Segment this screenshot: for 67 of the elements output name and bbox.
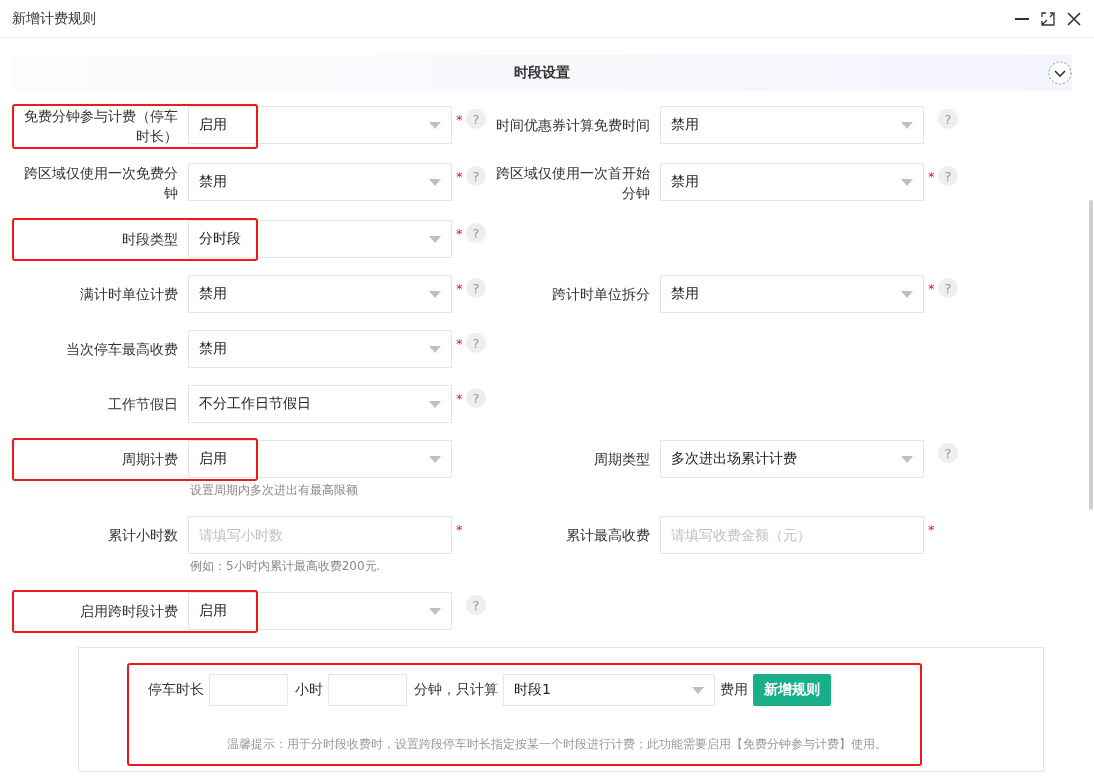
select-field[interactable]: 禁用 [660,275,924,313]
caret-icon [429,400,441,408]
field-label: 跨计时单位拆分 [551,285,651,304]
collapse-icon[interactable] [1048,61,1072,85]
field-label: 免费分钟参与计费（停车时长） [23,107,179,146]
panel-label: 分钟，只计算 [414,681,498,699]
caret-icon [901,455,913,463]
caret-icon [901,121,913,129]
field-label: 跨区域仅使用一次免费分钟 [23,164,179,203]
field-label: 满计时单位计费 [79,285,179,304]
input-field[interactable] [328,674,407,706]
maximize-icon[interactable] [1040,10,1056,27]
caret-icon [429,345,441,353]
field-label: 周期类型 [593,450,651,469]
window-title: 新增计费规则 [12,9,96,28]
input-field[interactable]: 请填写收费金额（元） [660,516,924,554]
input-field[interactable]: 请填写小时数 [188,516,452,554]
field-hint: 设置周期内多次进出有最高限额 [190,482,359,499]
input-field[interactable] [209,674,288,706]
section-header[interactable]: 时段设置 [12,55,1072,91]
caret-icon [901,178,913,186]
field-label: 启用跨时段计费 [79,602,179,621]
select-field[interactable]: 启用 [188,106,452,144]
select-field[interactable]: 启用 [188,592,452,630]
required-mark: * [456,280,464,296]
required-mark: * [456,111,464,127]
field-label: 工作节假日 [107,395,179,414]
panel-label: 小时 [295,681,323,699]
select-field[interactable]: 时段1 [503,674,715,706]
field-label: 当次停车最高收费 [65,340,179,359]
close-icon[interactable] [1066,10,1082,27]
caret-icon [901,290,913,298]
required-mark: * [456,225,464,241]
scrollbar[interactable] [1089,200,1093,510]
field-label: 周期计费 [121,450,179,469]
tip-text: 温馨提示：用于分时段收费时，设置跨段停车时长指定按某一个时段进行计费；此功能需要启用【免费分钟参与计费】使用。 [227,736,888,753]
select-field[interactable]: 分时段 [188,220,452,258]
required-mark: * [928,168,936,184]
caret-icon [429,121,441,129]
field-hint: 例如：5小时内累计最高收费200元. [190,558,382,575]
select-field[interactable]: 禁用 [660,163,924,201]
caret-icon [429,235,441,243]
caret-icon [692,686,704,694]
field-label: 累计最高收费 [565,526,651,545]
required-mark: * [456,521,464,537]
required-mark: * [456,390,464,406]
field-label: 时间优惠券计算免费时间 [495,116,651,135]
select-field[interactable]: 禁用 [660,106,924,144]
panel-label: 费用 [720,681,748,699]
required-mark: * [456,168,464,184]
select-field[interactable]: 禁用 [188,330,452,368]
field-label: 累计小时数 [107,526,179,545]
caret-icon [429,290,441,298]
field-label: 跨区域仅使用一次首开始分钟 [495,164,651,203]
required-mark: * [456,335,464,351]
select-field[interactable]: 禁用 [188,275,452,313]
select-field[interactable]: 禁用 [188,163,452,201]
field-label: 时段类型 [121,230,179,249]
required-mark: * [928,521,936,537]
select-field[interactable]: 启用 [188,440,452,478]
required-mark: * [928,280,936,296]
caret-icon [429,178,441,186]
caret-icon [429,607,441,615]
caret-icon [429,455,441,463]
select-field[interactable]: 多次进出场累计计费 [660,440,924,478]
panel-label: 停车时长 [148,681,204,699]
select-field[interactable]: 不分工作日节假日 [188,385,452,423]
